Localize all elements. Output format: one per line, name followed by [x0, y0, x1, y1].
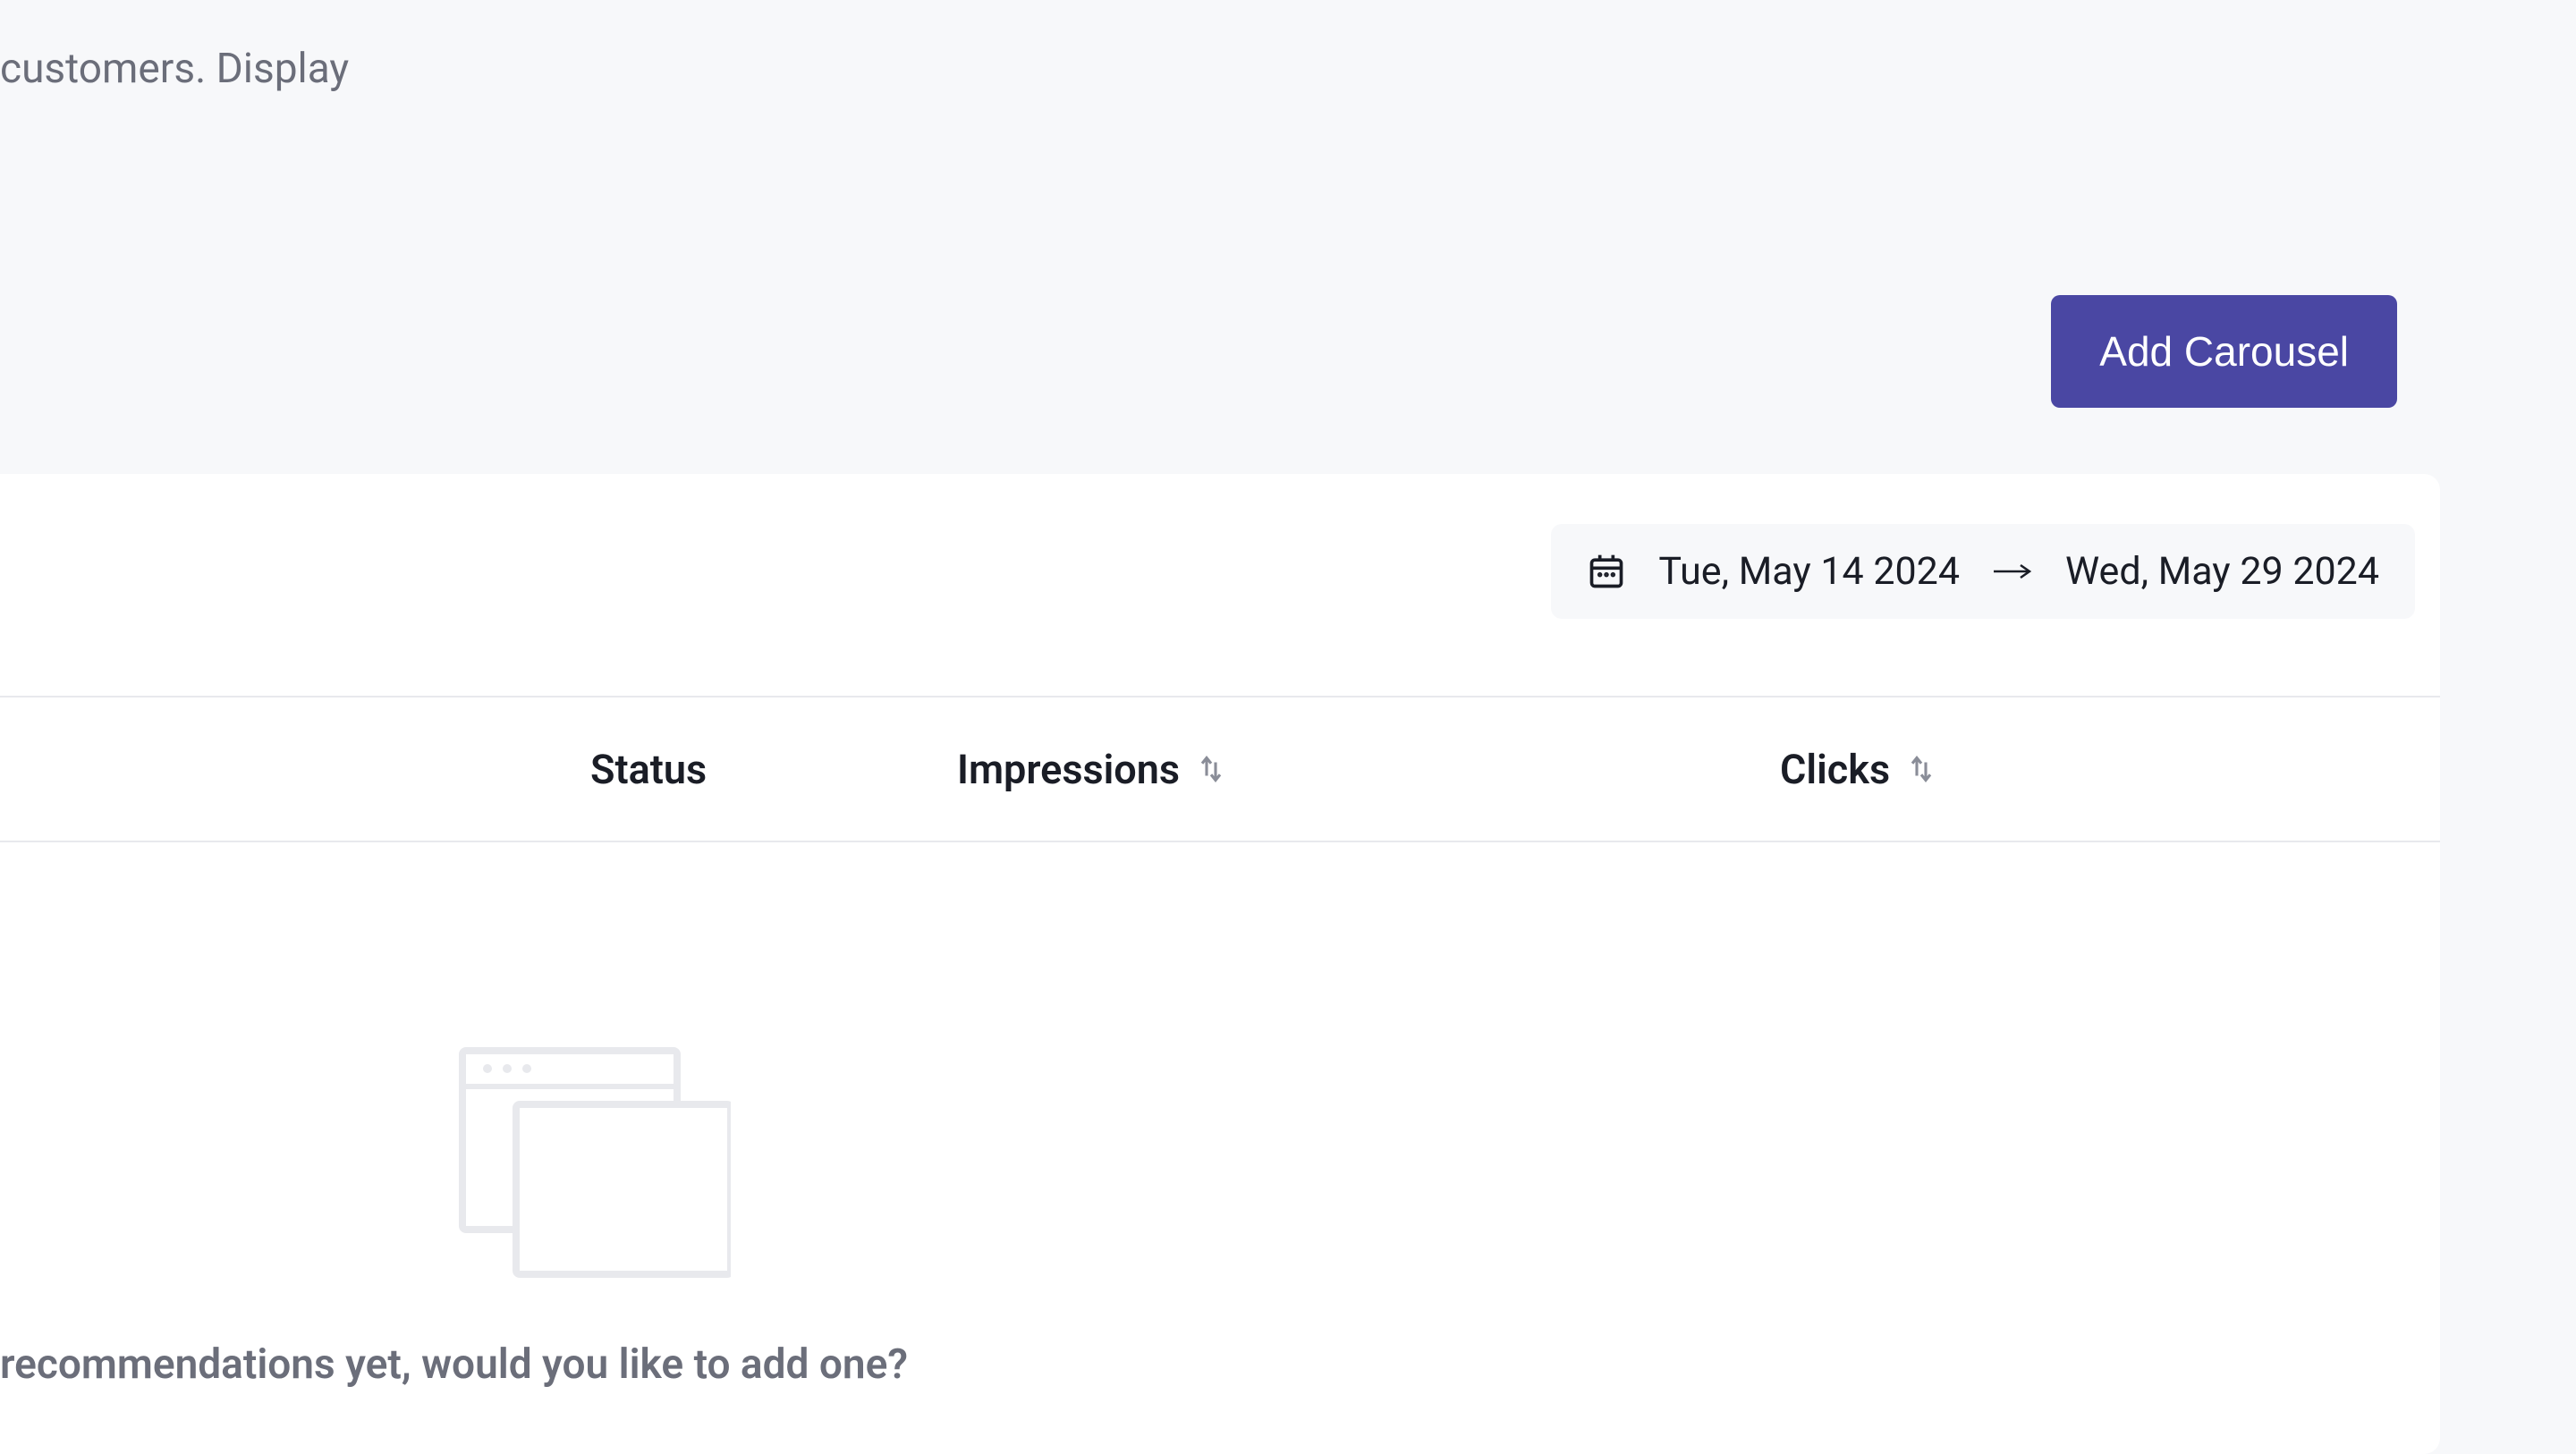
- date-range-picker[interactable]: Tue, May 14 2024 Wed, May 29 2024: [1551, 524, 2415, 619]
- column-header-impressions[interactable]: Impressions: [957, 746, 1224, 793]
- content-panel: Tue, May 14 2024 Wed, May 29 2024 Status…: [0, 474, 2440, 1454]
- sort-icon: [1198, 753, 1224, 785]
- column-header-impressions-label: Impressions: [957, 746, 1180, 793]
- table-header-row: Status Impressions Clicks: [0, 696, 2440, 842]
- column-header-clicks[interactable]: Clicks: [1780, 746, 1935, 793]
- page-description-fragment: customers. Display: [0, 45, 349, 93]
- column-header-status[interactable]: Status: [590, 746, 707, 793]
- column-header-clicks-label: Clicks: [1780, 746, 1890, 793]
- empty-state-windows-icon: [445, 1033, 731, 1283]
- empty-state-message: recommendations yet, would you like to a…: [0, 1340, 908, 1389]
- date-range-end: Wed, May 29 2024: [2065, 549, 2379, 594]
- calendar-icon: [1587, 552, 1626, 591]
- empty-state: recommendations yet, would you like to a…: [0, 1033, 908, 1389]
- add-carousel-button[interactable]: Add Carousel: [2051, 295, 2397, 408]
- sort-icon: [1908, 753, 1935, 785]
- arrow-right-icon: [1992, 562, 2033, 580]
- date-range-start: Tue, May 14 2024: [1658, 549, 1960, 594]
